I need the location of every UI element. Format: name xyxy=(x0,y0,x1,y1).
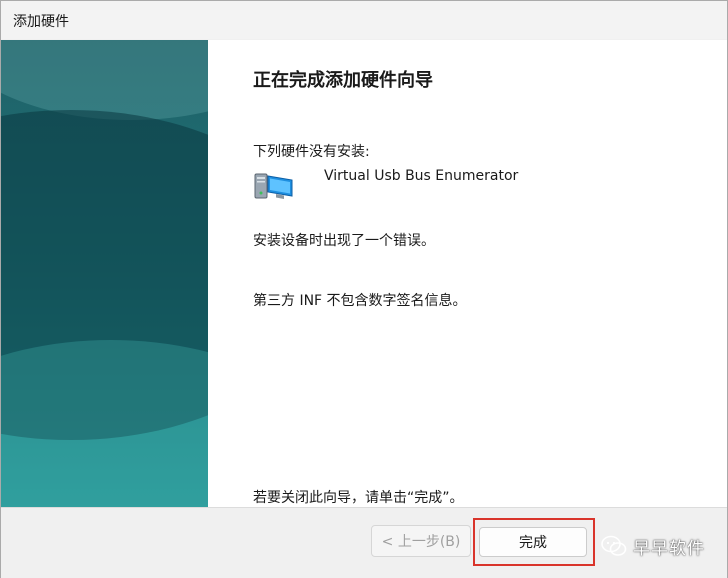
wizard-main-panel: 正在完成添加硬件向导 下列硬件没有安装: Virtual Usb Bus Enu… xyxy=(208,40,727,507)
title-bar: 添加硬件 xyxy=(1,1,727,39)
banner-wave xyxy=(1,340,208,507)
wechat-logo-icon xyxy=(601,535,627,556)
back-button[interactable]: < 上一步(B) xyxy=(371,525,471,557)
add-hardware-window: 添加硬件 正在完成添加硬件向导 下列硬件没有安装: Virtual Usb Bu… xyxy=(0,0,728,578)
computer-monitor-icon xyxy=(254,173,293,199)
wizard-side-banner xyxy=(1,40,208,507)
device-name: Virtual Usb Bus Enumerator xyxy=(324,168,519,184)
watermark-text: 早早软件 xyxy=(633,538,705,559)
error-message: 安装设备时出现了一个错误。 xyxy=(253,233,435,249)
error-detail: 第三方 INF 不包含数字签名信息。 xyxy=(253,293,467,309)
banner-wave xyxy=(1,40,208,120)
finish-button[interactable]: 完成 xyxy=(479,527,587,557)
finish-hint-text: 若要关闭此向导，请单击“完成”。 xyxy=(253,490,464,506)
intro-text: 下列硬件没有安装: xyxy=(253,144,370,160)
button-bar: < 上一步(B) 完成 早早软件 xyxy=(1,507,727,578)
wizard-content: 正在完成添加硬件向导 下列硬件没有安装: Virtual Usb Bus Enu… xyxy=(1,40,727,507)
watermark: 早早软件 xyxy=(601,532,705,560)
page-title: 正在完成添加硬件向导 xyxy=(253,70,433,91)
window-title: 添加硬件 xyxy=(13,14,69,30)
